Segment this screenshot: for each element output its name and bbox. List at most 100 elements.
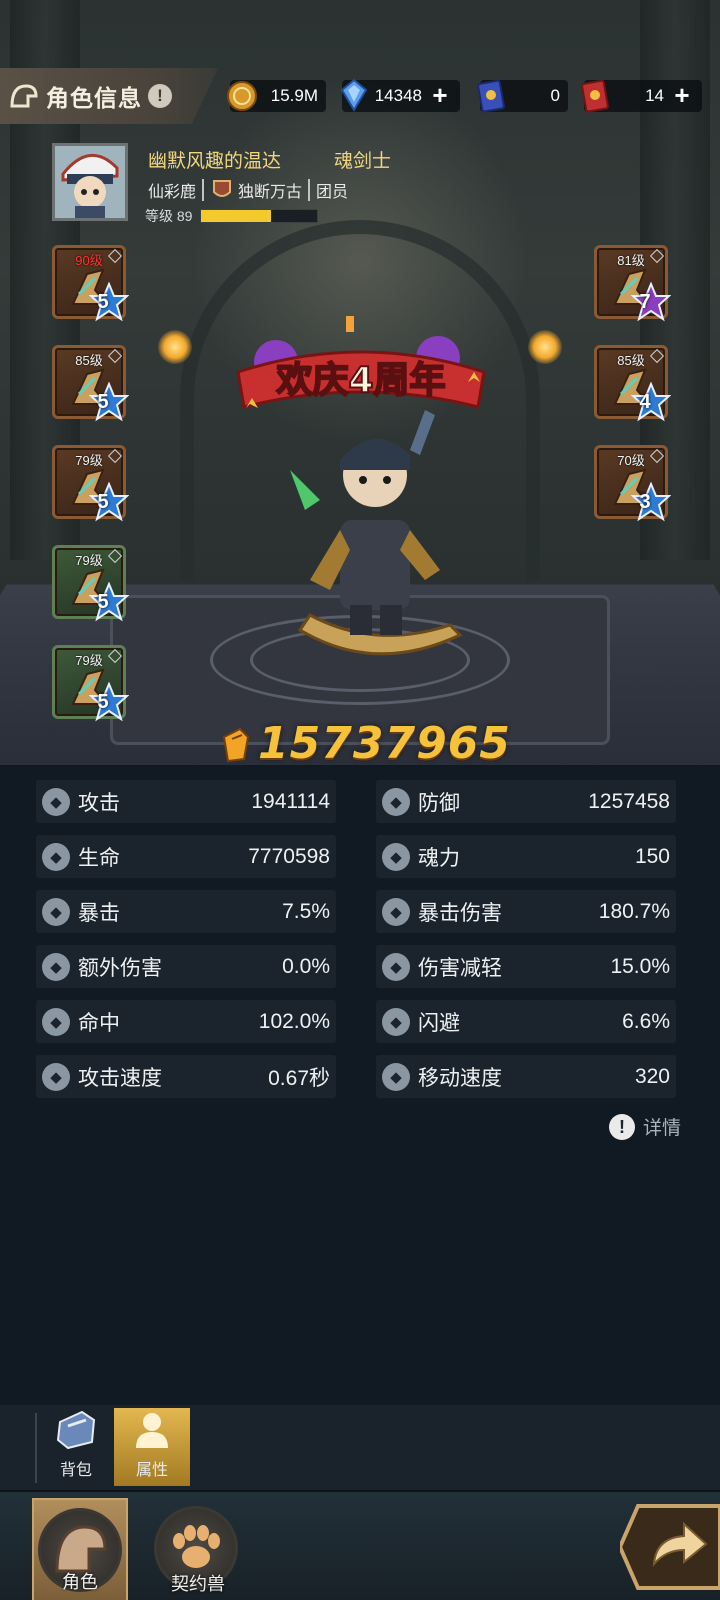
stat-label: 防御	[418, 791, 460, 815]
extra-damage-icon: ◆	[42, 952, 70, 981]
page-title: 角色信息	[46, 85, 142, 111]
crit-damage-icon: ◆	[382, 897, 410, 926]
accuracy-icon: ◆	[42, 1007, 70, 1036]
divider	[202, 179, 205, 201]
top-bar: 角色信息 ! 15.9M 14348 + 0 14 +	[0, 68, 720, 124]
equipment-slot-left-2[interactable]: 85级 5	[52, 345, 129, 422]
stat-row: ◆ 生命 7770598	[36, 835, 336, 878]
character-helmet-icon	[8, 80, 40, 112]
tab-backpack-label: 背包	[59, 1462, 92, 1479]
currency-gold: 15.9M	[227, 80, 326, 112]
hero-character	[290, 410, 463, 656]
nav-contract-beast[interactable]: 契约兽	[150, 1498, 246, 1600]
add-diamond-button[interactable]: +	[428, 82, 452, 108]
stat-value: 150	[634, 844, 670, 868]
backpack-icon	[56, 1410, 96, 1450]
attack-speed-icon: ◆	[42, 1062, 70, 1091]
stat-row: ◆ 伤害减轻 15.0%	[376, 945, 676, 988]
stat-row: ◆ 额外伤害 0.0%	[36, 945, 336, 988]
details-button[interactable]: ! 详情	[609, 1113, 681, 1140]
stats-panel: ◆ 攻击 1941114 ◆ 防御 1257458 ◆ 生命 7770598 ◆ 魂力 150 ◆ 暴击 7…	[36, 780, 684, 1098]
stat-label: 魂力	[418, 846, 460, 870]
stat-label: 暴击	[78, 901, 120, 925]
next-arrow-button[interactable]	[620, 1502, 720, 1592]
equipment-star-count: 4	[639, 391, 651, 413]
gold-value: 15.9M	[270, 86, 318, 105]
tab-attributes[interactable]: 属性	[114, 1408, 190, 1486]
player-guild[interactable]: 独断万古	[238, 178, 302, 202]
equipment-star-count: 5	[97, 391, 109, 413]
stat-value: 0.0%	[282, 954, 330, 978]
diamond-icon	[340, 78, 368, 112]
equipment-slot-left-4[interactable]: 79级 5	[52, 545, 129, 622]
equipment-star-count: 3	[639, 491, 651, 513]
power-fist-icon	[222, 727, 250, 762]
equipment-star-count: 5	[97, 491, 109, 513]
equipment-star-count: 5	[97, 691, 109, 713]
divider	[35, 1413, 37, 1483]
details-label: 详情	[643, 1118, 682, 1139]
currency-ticket-blue: 0	[477, 79, 568, 113]
move-speed-icon: ◆	[382, 1062, 410, 1091]
equipment-slot-right-2[interactable]: 85级 4	[594, 345, 671, 422]
stat-label: 生命	[78, 846, 120, 870]
damage-reduction-icon: ◆	[382, 952, 410, 981]
stat-label: 暴击伤害	[418, 901, 502, 925]
equipment-slot-right-1[interactable]: 81级 7	[594, 245, 671, 322]
stat-label: 命中	[78, 1011, 120, 1035]
add-ticket-red-button[interactable]: +	[670, 82, 694, 108]
stat-row: ◆ 移动速度 320	[376, 1055, 676, 1098]
combat-power: 15737965	[218, 718, 511, 765]
equipment-star-count: 5	[97, 291, 109, 313]
nav-character[interactable]: 角色	[32, 1498, 128, 1600]
torch-right-icon	[528, 330, 562, 364]
soul-icon: ◆	[382, 842, 410, 871]
stat-row: ◆ 命中 102.0%	[36, 1000, 336, 1043]
blue-ticket-icon	[477, 79, 505, 113]
currency-ticket-red: 14 +	[581, 79, 702, 113]
player-avatar[interactable]	[52, 143, 128, 221]
gold-coin-icon	[227, 81, 257, 111]
stat-value: 180.7%	[598, 899, 670, 923]
equipment-slot-left-3[interactable]: 79级 5	[52, 445, 129, 522]
banner-text: 欢庆4周年	[275, 360, 445, 401]
dodge-icon: ◆	[382, 1007, 410, 1036]
currency-diamond: 14348 +	[340, 78, 460, 112]
level-progress-bar	[200, 209, 319, 223]
info-icon: !	[609, 1113, 635, 1140]
torch-left-icon	[158, 330, 192, 364]
stat-value: 0.67秒	[268, 1066, 330, 1090]
stat-value: 1257458	[588, 789, 670, 813]
person-icon	[136, 1413, 168, 1448]
ticket-red-value: 14	[645, 86, 664, 105]
power-value: 15737965	[258, 718, 511, 765]
stat-row: ◆ 暴击伤害 180.7%	[376, 890, 676, 933]
equipment-slot-left-5[interactable]: 79级 5	[52, 645, 129, 722]
title-tab: 角色信息 !	[0, 68, 218, 124]
stat-value: 7770598	[248, 844, 330, 868]
stat-value: 320	[634, 1064, 670, 1088]
equipment-star-count: 5	[97, 591, 109, 613]
sword-icon: ◆	[42, 787, 70, 816]
equipment-slot-left-1[interactable]: 90级 5	[52, 245, 129, 322]
player-role: 团员	[316, 184, 349, 201]
tab-attributes-label: 属性	[135, 1462, 168, 1479]
stat-row: ◆ 闪避 6.6%	[376, 1000, 676, 1043]
avatar-face-icon	[55, 146, 125, 218]
sub-tab-strip: 背包 属性	[0, 1405, 720, 1490]
info-icon[interactable]: !	[148, 84, 172, 108]
equipment-slot-right-3[interactable]: 70级 3	[594, 445, 671, 522]
level-progress-fill	[201, 210, 272, 222]
stat-row: ◆ 攻击速度 0.67秒	[36, 1055, 336, 1098]
tab-backpack[interactable]: 背包	[38, 1408, 114, 1486]
player-name: 幽默风趣的温达	[148, 151, 282, 172]
stat-label: 攻击	[78, 791, 120, 815]
stat-value: 102.0%	[258, 1009, 330, 1033]
stat-value: 7.5%	[282, 899, 330, 923]
level-row: 等级 89	[145, 206, 319, 226]
nav-character-label: 角色	[62, 1572, 98, 1592]
player-server: 仙彩鹿	[148, 184, 197, 201]
player-meta: 仙彩鹿 独断万古 团员	[148, 178, 348, 202]
stat-row: ◆ 防御 1257458	[376, 780, 676, 823]
stat-label: 攻击速度	[78, 1066, 162, 1090]
